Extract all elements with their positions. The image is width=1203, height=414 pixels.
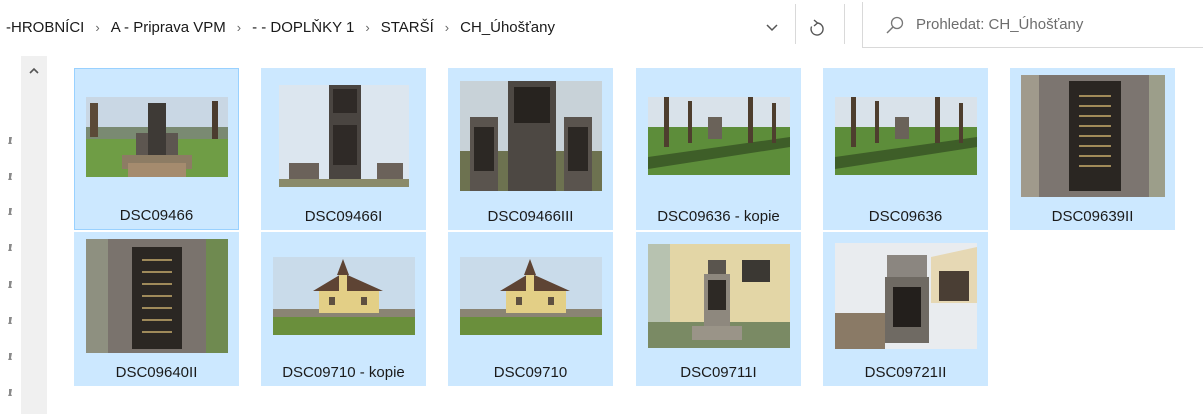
thumbnail bbox=[261, 68, 426, 204]
file-tile[interactable]: DSC09639II bbox=[1010, 68, 1175, 230]
breadcrumb-separator[interactable]: › bbox=[436, 20, 458, 35]
search-input[interactable] bbox=[916, 16, 1176, 33]
file-tile[interactable]: DSC09636 bbox=[823, 68, 988, 230]
file-name: DSC09721II bbox=[864, 364, 947, 381]
photo-memorial-wall bbox=[647, 244, 790, 348]
chevron-up-icon bbox=[29, 67, 39, 74]
photo-chapel bbox=[459, 257, 602, 335]
thumbnail bbox=[75, 69, 238, 205]
search-icon bbox=[886, 16, 904, 34]
chevron-down-icon bbox=[766, 24, 778, 32]
file-name: DSC09639II bbox=[1051, 208, 1134, 225]
file-name: DSC09710 - kopie bbox=[282, 364, 405, 381]
pin-icon bbox=[8, 281, 12, 291]
breadcrumb-item[interactable]: STARŠÍ bbox=[379, 19, 436, 36]
pin-icon bbox=[8, 317, 12, 327]
breadcrumb-item[interactable]: A - Priprava VPM bbox=[109, 19, 228, 36]
photo-park-trees bbox=[834, 97, 977, 175]
address-dropdown-button[interactable] bbox=[759, 16, 785, 40]
file-name: DSC09640II bbox=[115, 364, 198, 381]
thumbnail bbox=[823, 68, 988, 204]
breadcrumb-separator[interactable]: › bbox=[86, 20, 108, 35]
refresh-icon bbox=[810, 19, 824, 36]
thumbnail bbox=[636, 68, 801, 204]
divider bbox=[844, 4, 845, 44]
photo-park-trees bbox=[647, 97, 790, 175]
thumbnail bbox=[448, 232, 613, 360]
address-bar: -HROBNÍCI › A - Priprava VPM › - - DOPLŇ… bbox=[0, 0, 1203, 52]
pin-icon bbox=[8, 137, 12, 147]
file-name: DSC09636 - kopie bbox=[657, 208, 780, 225]
photo-memorial-slabs bbox=[459, 81, 602, 191]
thumbnail bbox=[636, 232, 801, 360]
file-name: DSC09636 bbox=[868, 208, 943, 225]
photo-memorial-house bbox=[834, 243, 977, 349]
search-box[interactable] bbox=[862, 2, 1203, 48]
photo-memorial-plaque bbox=[1020, 75, 1165, 197]
file-tile[interactable]: DSC09711I bbox=[636, 232, 801, 386]
file-tile[interactable]: DSC09710 bbox=[448, 232, 613, 386]
thumbnail bbox=[261, 232, 426, 360]
thumbnail bbox=[1010, 68, 1175, 204]
file-name: DSC09466III bbox=[487, 208, 574, 225]
pin-icon bbox=[8, 244, 12, 254]
file-name: DSC09711I bbox=[680, 364, 757, 381]
breadcrumb-item[interactable]: -HROBNÍCI bbox=[4, 19, 86, 36]
divider bbox=[795, 4, 796, 44]
refresh-button[interactable] bbox=[803, 14, 831, 42]
file-tile[interactable]: DSC09710 - kopie bbox=[261, 232, 426, 386]
photo-chapel bbox=[272, 257, 415, 335]
photo-memorial-plaque bbox=[85, 239, 228, 353]
file-tile[interactable]: DSC09640II bbox=[74, 232, 239, 386]
file-name: DSC09466 bbox=[119, 207, 194, 224]
scroll-up-button[interactable] bbox=[21, 60, 47, 80]
breadcrumb-separator[interactable]: › bbox=[228, 20, 250, 35]
pin-icon bbox=[8, 389, 12, 399]
file-tile[interactable]: DSC09636 - kopie bbox=[636, 68, 801, 230]
file-name: DSC09710 bbox=[493, 364, 568, 381]
file-tile[interactable]: DSC09721II bbox=[823, 232, 988, 386]
breadcrumb-item[interactable]: - - DOPLŇKY 1 bbox=[250, 19, 356, 36]
breadcrumb: -HROBNÍCI › A - Priprava VPM › - - DOPLŇ… bbox=[4, 14, 557, 40]
vertical-scrollbar[interactable] bbox=[21, 56, 47, 414]
thumbnail bbox=[823, 232, 988, 360]
pin-icon bbox=[8, 353, 12, 363]
navigation-pane-edge bbox=[0, 52, 20, 414]
file-tile[interactable]: DSC09466III bbox=[448, 68, 613, 230]
thumbnail bbox=[74, 232, 239, 360]
pin-icon bbox=[8, 173, 12, 183]
photo-memorial-column bbox=[278, 85, 409, 187]
pin-icon bbox=[8, 208, 12, 218]
file-name: DSC09466I bbox=[304, 208, 383, 225]
file-tile[interactable]: DSC09466I bbox=[261, 68, 426, 230]
breadcrumb-item-current[interactable]: CH_Úhošťany bbox=[458, 19, 557, 36]
thumbnail bbox=[448, 68, 613, 204]
file-tile[interactable]: DSC09466 bbox=[74, 68, 239, 230]
photo-memorial-park bbox=[85, 97, 228, 177]
breadcrumb-separator[interactable]: › bbox=[356, 20, 378, 35]
